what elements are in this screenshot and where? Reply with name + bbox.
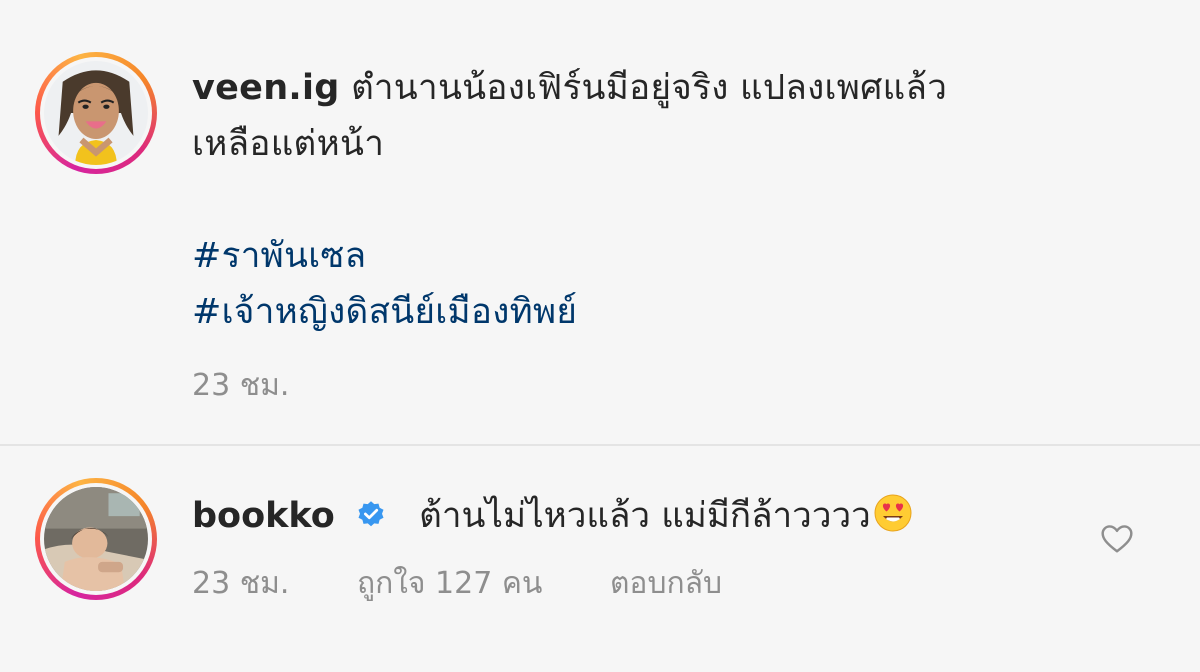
comment-meta: 23 ชม. ถูกใจ 127 คน ตอบกลับ <box>192 560 722 607</box>
post-author-avatar[interactable] <box>35 52 157 174</box>
comment-text: ต้านไม่ไหวแล้ว แม่มีกีล้าวววว <box>419 496 871 536</box>
photo-avatar-image <box>44 487 148 591</box>
comment-username[interactable]: bookko <box>192 496 335 536</box>
verified-badge-icon <box>358 501 384 527</box>
heart-eyes-emoji-icon <box>874 494 912 532</box>
post-timestamp: 23 ชม. <box>192 368 290 403</box>
comment-text-line: bookko ต้านไม่ไหวแล้ว แม่มีกีล้าวววว <box>192 492 913 540</box>
instagram-comments-screen: veen.ig ตำนานน้องเฟิร์นมีอยู่จริง แปลงเพ… <box>0 0 1200 672</box>
comment-likes-link[interactable]: ถูกใจ 127 คน <box>357 560 542 607</box>
heart-outline-icon[interactable] <box>1100 524 1134 554</box>
reply-button[interactable]: ตอบกลับ <box>610 560 722 607</box>
caption-text: veen.ig ตำนานน้องเฟิร์นมีอยู่จริง แปลงเพ… <box>192 60 1152 340</box>
comment-timestamp: 23 ชม. <box>192 566 290 601</box>
caption-line-2: เหลือแต่หน้า <box>192 124 385 164</box>
post-username[interactable]: veen.ig <box>192 68 340 108</box>
hashtag-link[interactable]: #เจ้าหญิงดิสนีย์เมืองทิพย์ <box>192 284 1152 340</box>
post-caption: veen.ig ตำนานน้องเฟิร์นมีอยู่จริง แปลงเพ… <box>0 0 1200 444</box>
caption-line-1: ตำนานน้องเฟิร์นมีอยู่จริง แปลงเพศแล้ว <box>351 68 948 108</box>
commenter-avatar[interactable] <box>35 478 157 600</box>
hashtag-link[interactable]: #ราพันเซล <box>192 228 1152 284</box>
comment-item: bookko ต้านไม่ไหวแล้ว แม่มีกีล้าวววว 23 … <box>0 446 1200 672</box>
cartoon-avatar-image <box>44 61 148 165</box>
